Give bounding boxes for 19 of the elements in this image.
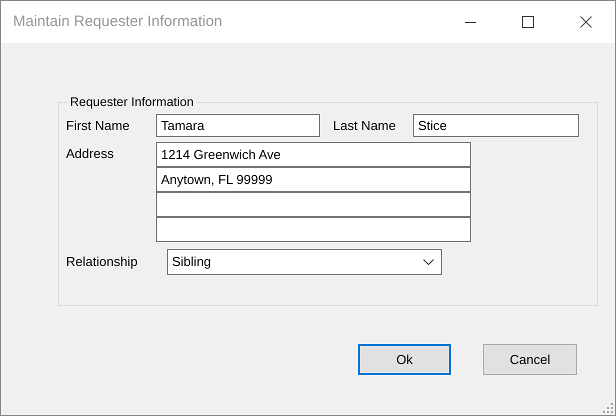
- window-title: Maintain Requester Information: [12, 12, 222, 32]
- dialog-button[interactable]: Ok: [358, 344, 451, 375]
- input-field[interactable]: Stice: [413, 114, 579, 137]
- field-label: First Name: [66, 116, 131, 134]
- field-label: Address: [66, 144, 115, 163]
- maximize-icon: [522, 16, 534, 28]
- field-label: Relationship: [66, 253, 139, 271]
- input-field[interactable]: [156, 216, 471, 242]
- close-icon: [580, 16, 592, 28]
- chevron-down-icon: [423, 258, 434, 265]
- field-label: Last Name: [333, 116, 397, 134]
- relationship-dropdown[interactable]: Sibling: [167, 248, 442, 275]
- input-field[interactable]: 1214 Greenwich Ave: [156, 142, 471, 167]
- input-field[interactable]: Tamara: [156, 114, 320, 137]
- input-field[interactable]: [156, 192, 471, 217]
- input-field[interactable]: Anytown, FL 99999: [156, 166, 471, 192]
- group-title: Requester Information: [69, 94, 195, 111]
- resize-grip-icon[interactable]: [603, 403, 613, 413]
- dialog-button[interactable]: Cancel: [483, 344, 577, 375]
